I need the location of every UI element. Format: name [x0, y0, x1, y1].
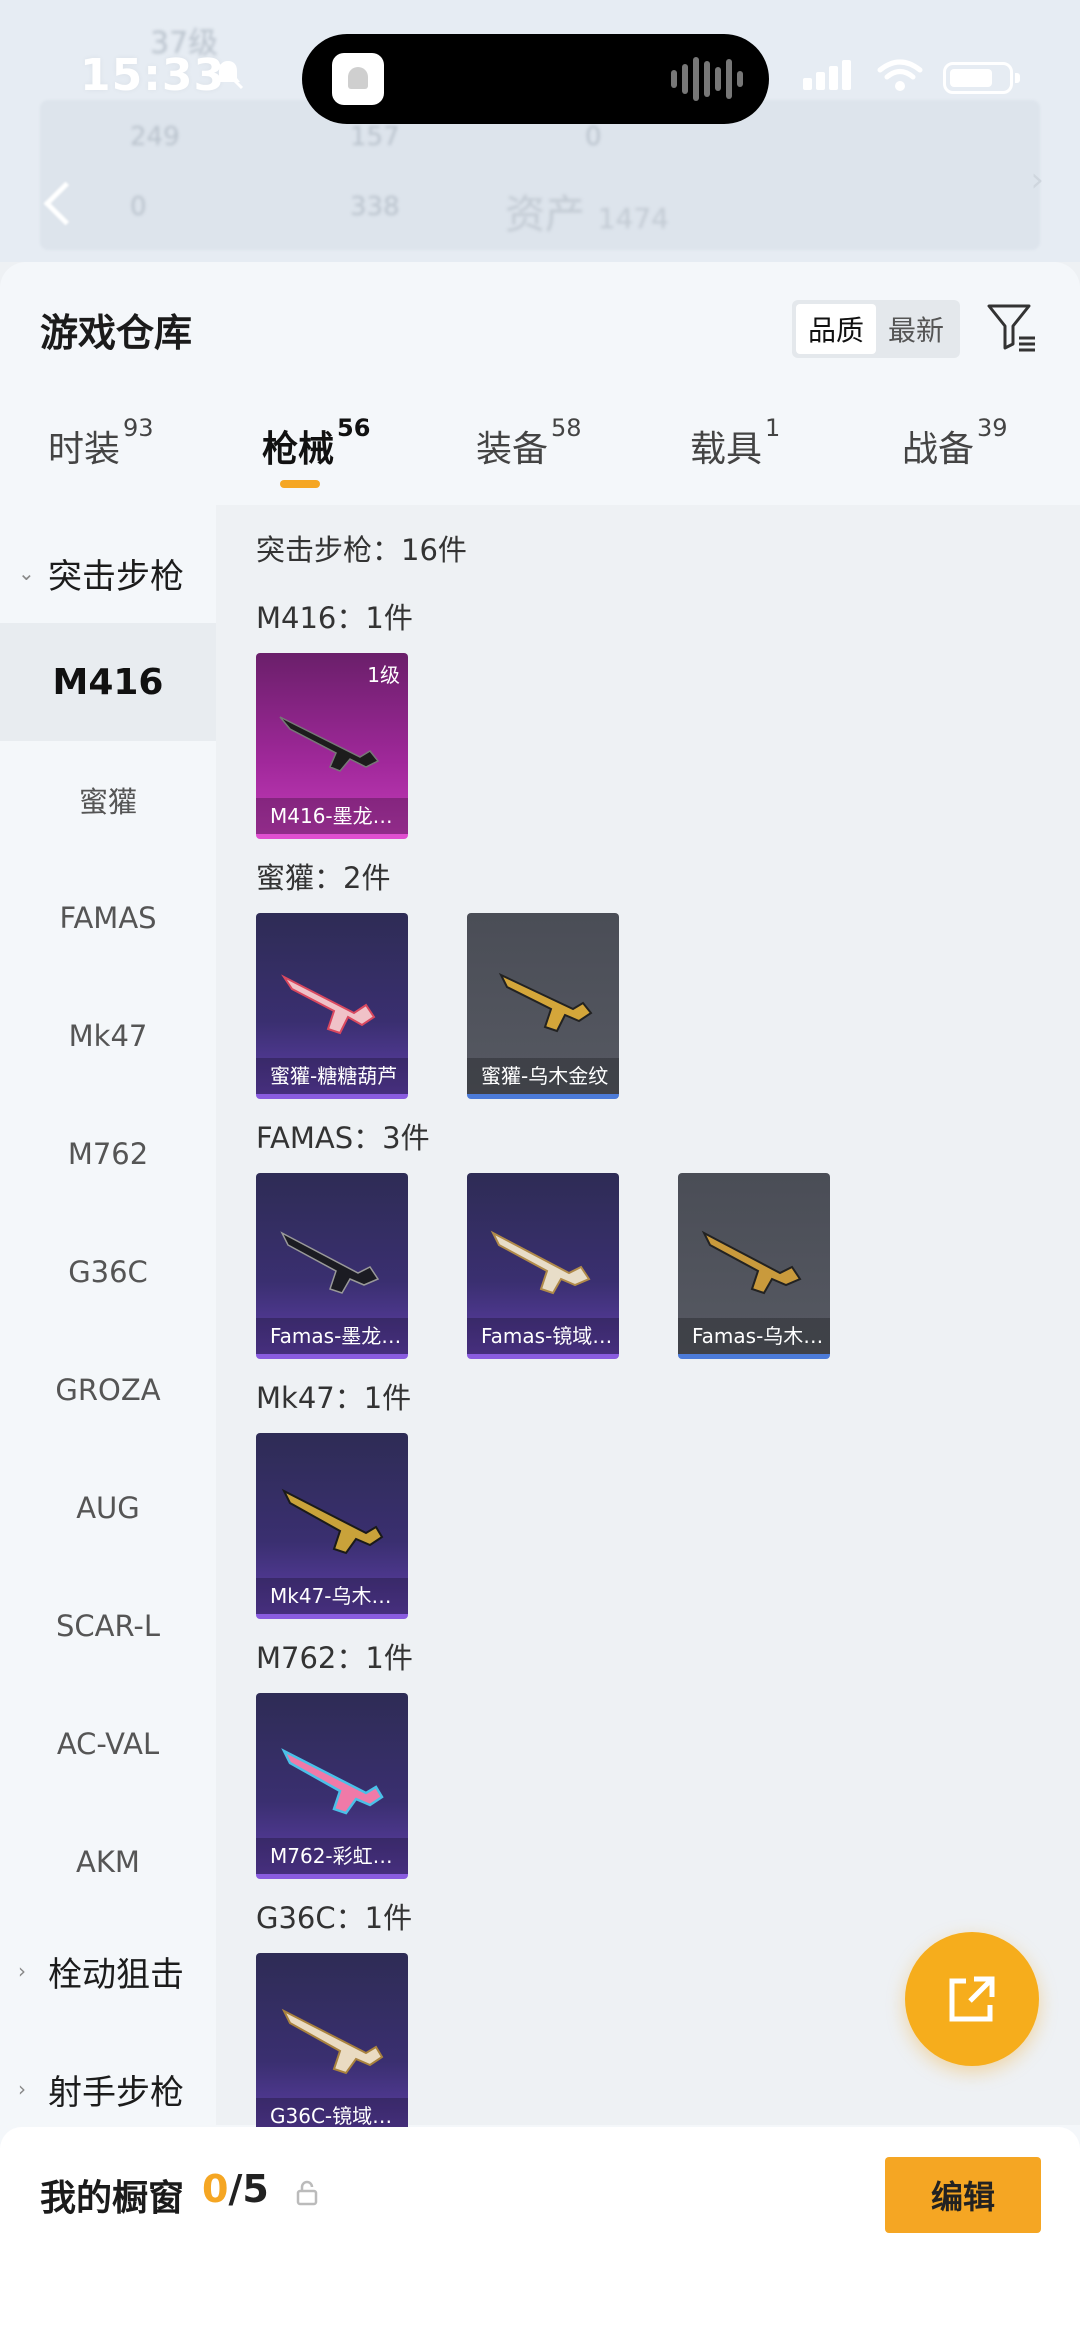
weapon-name: 蜜獾-糖糖葫芦	[256, 1058, 408, 1094]
sidebar-group-assault-rifles[interactable]: ⌄ 突击步枪	[0, 523, 216, 623]
weapon-card[interactable]: Famas-镜域…	[467, 1173, 619, 1359]
section-heading: G36C：1件	[256, 1901, 413, 1935]
sidebar-group-bolt-action[interactable]: › 栓动狙击	[0, 1921, 216, 2021]
section-heading: 蜜獾：2件	[256, 861, 391, 895]
category-tabs: 时装93 枪械56 装备58 载具1 战备39	[0, 414, 1080, 510]
rifle-icon	[280, 1231, 380, 1294]
sort-newest-button[interactable]: 最新	[876, 304, 956, 354]
weapon-name: Famas-乌木…	[678, 1318, 830, 1354]
stat-value: 249	[130, 122, 180, 152]
level-badge: 1级	[367, 663, 400, 687]
status-time: 15:33	[80, 50, 226, 101]
weapon-name: M762-彩虹…	[256, 1838, 408, 1874]
sidebar-item-scar-l[interactable]: SCAR-L	[0, 1567, 216, 1685]
bell-muted-icon	[212, 58, 244, 90]
share-icon	[949, 1976, 995, 2022]
chevron-down-icon: ⌄	[18, 561, 35, 585]
stat-value: 0	[130, 192, 147, 222]
weapon-name: M416-墨龙…	[256, 798, 408, 834]
tab-firearms[interactable]: 枪械56	[262, 414, 370, 488]
warehouse-sheet: 游戏仓库 品质 最新 时装93 枪械56 装备58 载具1 战备39 ⌄ 突击步…	[0, 262, 1080, 2347]
sidebar-group-label: 突击步枪	[48, 556, 184, 597]
audio-wave-icon	[671, 56, 743, 102]
category-summary: 突击步枪：16件	[256, 533, 467, 567]
section-heading: M416：1件	[256, 601, 413, 635]
rifle-icon	[279, 716, 380, 772]
sidebar-group-label: 栓动狙击	[48, 1954, 184, 1995]
showcase-bar: 我的橱窗 0/5 编辑	[0, 2127, 1080, 2347]
section-heading: M762：1件	[256, 1641, 413, 1675]
app-icon	[332, 53, 384, 105]
weapon-card[interactable]: Famas-墨龙…	[256, 1173, 408, 1359]
weapon-card[interactable]: Famas-乌木…	[678, 1173, 830, 1359]
stat-value: 157	[350, 122, 400, 152]
rifle-icon	[490, 1230, 591, 1295]
chevron-right-icon: ›	[18, 2077, 26, 2101]
tab-vehicles[interactable]: 载具1	[690, 414, 780, 472]
weapon-name: Famas-墨龙…	[256, 1318, 408, 1354]
sidebar-item-famas[interactable]: FAMAS	[0, 859, 216, 977]
showcase-count: 0/5	[202, 2167, 269, 2211]
weapon-card[interactable]: M762-彩虹…	[256, 1693, 408, 1879]
tab-equipment[interactable]: 装备58	[476, 414, 582, 472]
stat-value: 0	[585, 122, 602, 152]
page-title: 游戏仓库	[40, 311, 193, 355]
showcase-title: 我的橱窗	[40, 2178, 185, 2219]
sidebar-item-ac-val[interactable]: AC-VAL	[0, 1685, 216, 1803]
chevron-right-icon: ›	[18, 1959, 26, 1983]
weapon-card[interactable]: G36C-镜域…	[256, 1953, 408, 2139]
rifle-icon	[498, 972, 593, 1033]
sidebar-item-g36c[interactable]: G36C	[0, 1213, 216, 1331]
back-icon[interactable]	[40, 180, 70, 230]
stat-value: 338	[350, 192, 400, 222]
weapon-name: 蜜獾-乌木金纹	[467, 1058, 619, 1094]
sort-toggle: 品质 最新	[792, 300, 960, 358]
sidebar-item-aug[interactable]: AUG	[0, 1449, 216, 1567]
battery-icon	[943, 62, 1020, 94]
tab-fashion[interactable]: 时装93	[48, 414, 154, 472]
rifle-icon	[281, 2008, 384, 2075]
filter-icon[interactable]	[985, 302, 1037, 354]
weapon-card[interactable]: 蜜獾-乌木金纹	[467, 913, 619, 1099]
sort-quality-button[interactable]: 品质	[796, 304, 876, 354]
rifle-icon	[281, 1748, 384, 1815]
active-tab-indicator	[280, 480, 320, 488]
edit-button[interactable]: 编辑	[885, 2157, 1041, 2233]
wifi-icon	[877, 59, 923, 91]
weapon-type-sidebar: ⌄ 突击步枪 M416 蜜獾 FAMAS Mk47 M762 G36C GROZ…	[0, 505, 216, 2125]
weapon-card[interactable]: 蜜獾-糖糖葫芦	[256, 913, 408, 1099]
share-button[interactable]	[905, 1932, 1039, 2066]
weapon-name: Famas-镜域…	[467, 1318, 619, 1354]
weapon-name: Mk47-乌木…	[256, 1578, 408, 1614]
sidebar-item-mk47[interactable]: Mk47	[0, 977, 216, 1095]
sidebar-item-m762[interactable]: M762	[0, 1095, 216, 1213]
sidebar-item-akm[interactable]: AKM	[0, 1803, 216, 1921]
rifle-icon	[281, 974, 376, 1035]
weapon-card[interactable]: 1级 M416-墨龙…	[256, 653, 408, 839]
dynamic-island	[302, 34, 769, 124]
sidebar-item-groza[interactable]: GROZA	[0, 1331, 216, 1449]
rifle-icon	[281, 1488, 384, 1555]
sidebar-item-m416[interactable]: M416	[0, 623, 216, 741]
weapon-list: 突击步枪：16件 M416：1件 1级 M416-墨龙… 蜜獾：2件 蜜獾-糖糖…	[216, 505, 1080, 2139]
asset-label: 资产 1474	[505, 192, 669, 238]
sidebar-group-marksman[interactable]: › 射手步枪	[0, 2039, 216, 2139]
weapon-card[interactable]: Mk47-乌木…	[256, 1433, 408, 1619]
rifle-icon	[701, 1230, 802, 1295]
lock-icon	[296, 2180, 318, 2206]
cellular-signal-icon	[803, 60, 851, 90]
section-heading: Mk47：1件	[256, 1381, 412, 1415]
tab-battle-gear[interactable]: 战备39	[902, 414, 1008, 472]
chevron-right-icon: ›	[1030, 160, 1044, 200]
sidebar-item-honey-badger[interactable]: 蜜獾	[0, 741, 216, 859]
sidebar-group-label: 射手步枪	[48, 2072, 184, 2113]
section-heading: FAMAS：3件	[256, 1121, 430, 1155]
